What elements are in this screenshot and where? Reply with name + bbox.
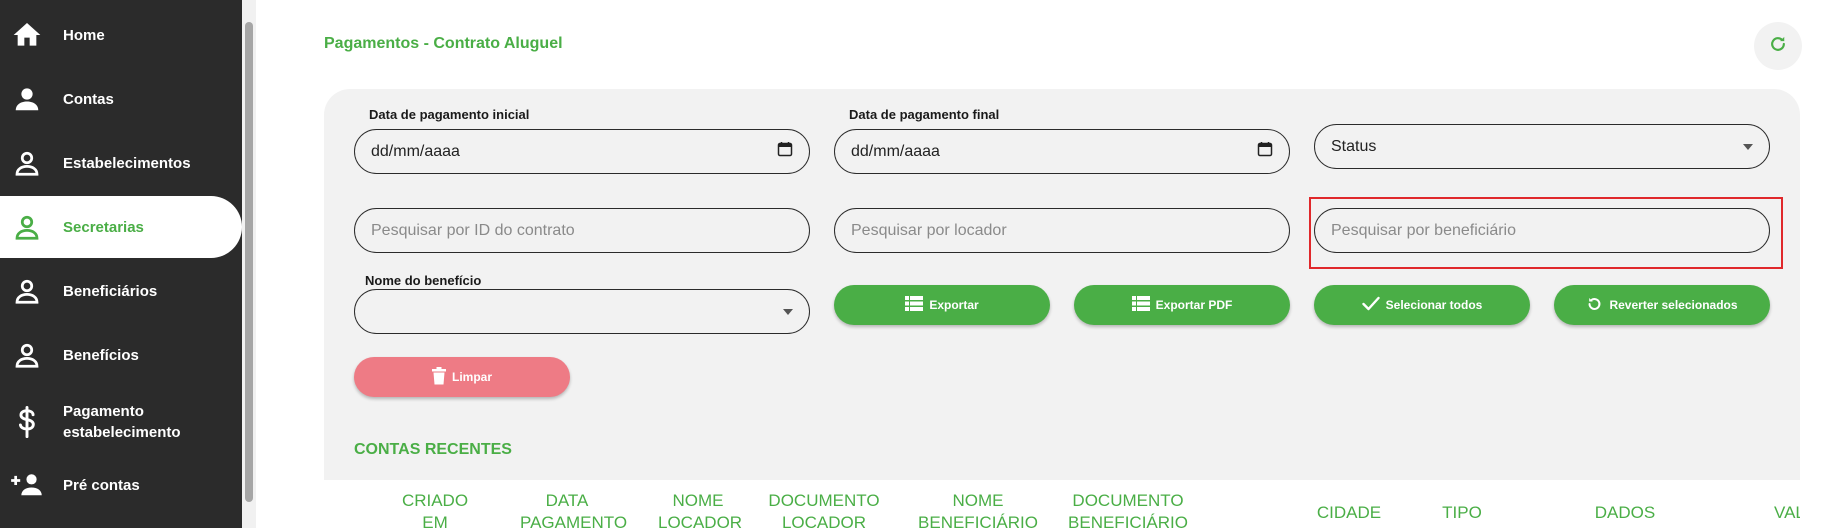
sidebar-item-contas[interactable]: Contas bbox=[0, 68, 242, 130]
user-icon bbox=[10, 82, 44, 116]
highlight-box bbox=[1309, 197, 1783, 269]
user-outline-icon bbox=[10, 274, 44, 308]
status-select[interactable]: Status bbox=[1314, 124, 1770, 169]
sidebar-item-beneficios[interactable]: Benefícios bbox=[0, 324, 242, 386]
calendar-icon[interactable] bbox=[1257, 141, 1273, 162]
sidebar-scrollbar-thumb[interactable] bbox=[245, 22, 253, 502]
sidebar-item-label: Pagamento estabelecimento bbox=[63, 403, 181, 441]
recent-accounts-title: CONTAS RECENTES bbox=[354, 441, 512, 458]
user-plus-icon bbox=[10, 468, 44, 502]
benefit-name-select[interactable] bbox=[354, 289, 810, 334]
column-header-criado-em[interactable]: CRIADO EM bbox=[390, 490, 480, 528]
sidebar-item-label: Estabelecimentos bbox=[63, 154, 191, 172]
benefit-name-label: Nome do benefício bbox=[365, 273, 482, 288]
list-icon bbox=[905, 296, 924, 314]
column-header-nome-beneficiario[interactable]: NOME BENEFICIÁRIO bbox=[914, 490, 1042, 528]
sidebar-item-beneficiarios[interactable]: Beneficiários bbox=[0, 260, 242, 322]
dollar-icon bbox=[10, 405, 44, 439]
page-title: Pagamentos - Contrato Aluguel bbox=[324, 35, 563, 52]
user-outline-icon bbox=[10, 338, 44, 372]
start-date-label: Data de pagamento inicial bbox=[369, 107, 530, 122]
sidebar: Home Contas Estabelecimentos Secretarias… bbox=[0, 0, 242, 528]
end-date-input[interactable]: dd/mm/aaaa bbox=[834, 129, 1290, 174]
sidebar-item-label: Contas bbox=[63, 90, 114, 108]
user-outline-icon bbox=[10, 210, 44, 244]
export-pdf-button-label: Exportar PDF bbox=[1155, 298, 1233, 312]
sidebar-item-label: Beneficiários bbox=[63, 282, 158, 300]
sidebar-item-pagamento-estabelecimento[interactable]: Pagamento estabelecimento bbox=[0, 390, 242, 454]
column-header-valor[interactable]: VAL bbox=[1774, 502, 1800, 524]
calendar-icon[interactable] bbox=[777, 141, 793, 162]
sidebar-item-home[interactable]: Home bbox=[0, 4, 242, 66]
undo-icon bbox=[1586, 295, 1603, 316]
start-date-value: dd/mm/aaaa bbox=[371, 142, 460, 160]
chevron-down-icon bbox=[1743, 143, 1753, 150]
column-header-tipo[interactable]: TIPO bbox=[1432, 502, 1492, 524]
contract-id-placeholder: Pesquisar por ID do contrato bbox=[371, 221, 575, 239]
export-button-label: Exportar bbox=[929, 298, 979, 312]
clear-button[interactable]: Limpar bbox=[354, 357, 570, 397]
sidebar-item-label: Pré contas bbox=[63, 476, 140, 494]
revert-selected-button-label: Reverter selecionados bbox=[1609, 298, 1738, 312]
status-select-value: Status bbox=[1331, 137, 1377, 155]
sidebar-item-label: Secretarias bbox=[63, 218, 144, 236]
column-header-documento-beneficiario[interactable]: DOCUMENTO BENEFICIÁRIO bbox=[1060, 490, 1196, 528]
list-icon bbox=[1131, 296, 1150, 314]
trash-icon bbox=[431, 366, 446, 388]
end-date-label: Data de pagamento final bbox=[849, 107, 1000, 122]
sidebar-item-label: Home bbox=[63, 26, 105, 44]
select-all-button[interactable]: Selecionar todos bbox=[1314, 285, 1530, 325]
app-root: Home Contas Estabelecimentos Secretarias… bbox=[0, 0, 1841, 528]
select-all-button-label: Selecionar todos bbox=[1385, 298, 1483, 312]
column-header-documento-locador[interactable]: DOCUMENTO LOCADOR bbox=[762, 490, 886, 528]
sidebar-item-secretarias[interactable]: Secretarias bbox=[0, 196, 242, 258]
column-header-data-pagamento[interactable]: DATA PAGAMENTO bbox=[520, 490, 627, 528]
table-header: CRIADO EM DATA PAGAMENTO NOME LOCADOR DO… bbox=[324, 480, 1800, 528]
sidebar-item-estabelecimentos[interactable]: Estabelecimentos bbox=[0, 132, 242, 194]
export-button[interactable]: Exportar bbox=[834, 285, 1050, 325]
sidebar-item-pre-contas[interactable]: Pré contas bbox=[0, 454, 242, 516]
refresh-button[interactable] bbox=[1754, 22, 1802, 70]
revert-selected-button[interactable]: Reverter selecionados bbox=[1554, 285, 1770, 325]
user-outline-icon bbox=[10, 146, 44, 180]
export-pdf-button[interactable]: Exportar PDF bbox=[1074, 285, 1290, 325]
sidebar-item-label: Benefícios bbox=[63, 346, 139, 364]
column-header-cidade[interactable]: CIDADE bbox=[1311, 502, 1387, 524]
refresh-icon bbox=[1768, 34, 1788, 59]
chevron-down-icon bbox=[783, 308, 793, 315]
start-date-input[interactable]: dd/mm/aaaa bbox=[354, 129, 810, 174]
end-date-value: dd/mm/aaaa bbox=[851, 142, 940, 160]
contract-id-search-input[interactable]: Pesquisar por ID do contrato bbox=[354, 208, 810, 253]
column-header-nome-locador[interactable]: NOME LOCADOR bbox=[658, 490, 742, 528]
landlord-search-input[interactable]: Pesquisar por locador bbox=[834, 208, 1290, 253]
check-icon bbox=[1361, 296, 1380, 314]
home-icon bbox=[10, 18, 44, 52]
landlord-placeholder: Pesquisar por locador bbox=[851, 221, 1007, 239]
column-header-dados[interactable]: DADOS bbox=[1585, 502, 1665, 524]
clear-button-label: Limpar bbox=[451, 370, 492, 384]
